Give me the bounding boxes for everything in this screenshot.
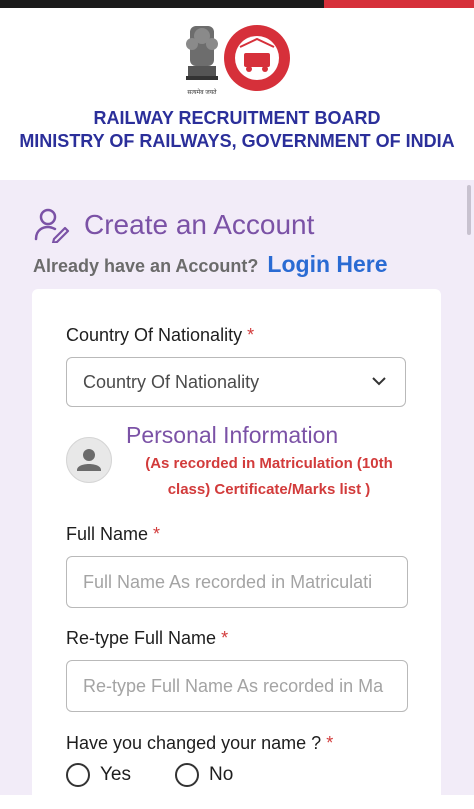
emblem-motto: सत्यमेव जयते bbox=[187, 88, 217, 96]
user-edit-icon bbox=[34, 208, 70, 243]
top-color-bar-accent bbox=[324, 0, 474, 8]
country-selected-value: Country Of Nationality bbox=[83, 372, 260, 392]
country-label: Country Of Nationality * bbox=[66, 325, 254, 346]
login-prompt: Already have an Account? Login Here bbox=[33, 251, 388, 278]
page-title: Create an Account bbox=[84, 209, 315, 240]
name-changed-label: Have you changed your name ? * bbox=[66, 733, 333, 754]
full-name-label-text: Full Name bbox=[66, 524, 149, 544]
required-marker: * bbox=[153, 524, 161, 544]
already-account-text: Already have an Account? bbox=[33, 256, 259, 276]
country-label-text: Country Of Nationality bbox=[66, 325, 243, 345]
avatar-person-icon bbox=[77, 449, 101, 471]
personal-info-title: Personal Information bbox=[126, 422, 339, 448]
scrollbar-thumb[interactable] bbox=[467, 185, 471, 235]
registration-form: Country Of Nationality * Country Of Nati… bbox=[32, 289, 441, 809]
country-select[interactable]: Country Of Nationality bbox=[66, 357, 406, 407]
personal-info-note-line2: class) Certificate/Marks list ) bbox=[167, 481, 371, 498]
ministry-name: MINISTRY OF RAILWAYS, GOVERNMENT OF INDI… bbox=[19, 131, 455, 151]
page-title-row: Create an Account bbox=[34, 205, 314, 245]
personal-info-note: (As recorded in Matriculation (10th clas… bbox=[124, 451, 414, 503]
required-marker: * bbox=[247, 325, 255, 345]
radio-yes[interactable] bbox=[66, 763, 90, 787]
avatar bbox=[66, 437, 112, 483]
retype-name-label: Re-type Full Name * bbox=[66, 628, 228, 649]
login-link[interactable]: Login Here bbox=[267, 251, 387, 277]
chevron-down-icon bbox=[372, 377, 386, 386]
radio-no[interactable] bbox=[175, 763, 199, 787]
top-color-bar bbox=[0, 0, 474, 8]
radio-yes-label[interactable]: Yes bbox=[100, 764, 131, 786]
radio-no-label[interactable]: No bbox=[209, 764, 233, 786]
retype-name-label-text: Re-type Full Name bbox=[66, 628, 217, 648]
national-emblem-icon: सत्यमेव जयते bbox=[186, 26, 218, 96]
name-changed-options: Yes No bbox=[66, 763, 233, 787]
full-name-label: Full Name * bbox=[66, 524, 160, 545]
personal-info-note-line1: (As recorded in Matriculation (10th bbox=[145, 455, 393, 472]
indian-railways-logo-icon bbox=[224, 25, 290, 91]
board-name: RAILWAY RECRUITMENT BOARD bbox=[93, 108, 381, 128]
name-changed-label-text: Have you changed your name ? bbox=[66, 733, 322, 753]
required-marker: * bbox=[326, 733, 334, 753]
full-name-input[interactable]: Full Name As recorded in Matriculati bbox=[66, 556, 408, 608]
required-marker: * bbox=[221, 628, 229, 648]
retype-name-input[interactable]: Re-type Full Name As recorded in Ma bbox=[66, 660, 408, 712]
